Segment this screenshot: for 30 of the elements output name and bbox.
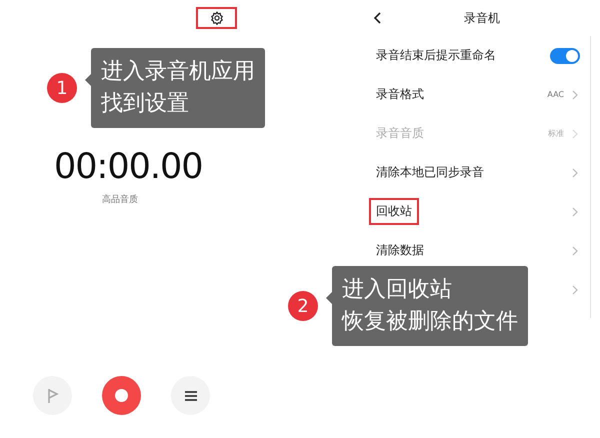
screen-title: 录音机 bbox=[464, 10, 500, 26]
setting-label[interactable]: 清除本地已同步录音 bbox=[376, 164, 484, 181]
chevron-icon bbox=[572, 90, 578, 100]
callout-text: 恢复被删除的文件 bbox=[342, 308, 518, 336]
flag-icon bbox=[46, 388, 60, 404]
record-button[interactable] bbox=[102, 376, 141, 415]
quality-label: 高品音质 bbox=[102, 194, 139, 206]
setting-value: 标准 bbox=[548, 128, 564, 139]
chevron-icon bbox=[572, 284, 578, 294]
setting-label[interactable]: 录音结束后提示重命名 bbox=[376, 47, 496, 64]
setting-value: AAC bbox=[547, 90, 564, 99]
setting-label[interactable]: 回收站 bbox=[376, 203, 412, 220]
settings-icon bbox=[210, 11, 224, 25]
callout-text: 找到设置 bbox=[101, 90, 190, 118]
callout-text: 进入录音机应用 bbox=[101, 58, 255, 86]
chevron-icon bbox=[572, 168, 578, 178]
setting-label[interactable]: 录音格式 bbox=[376, 86, 424, 103]
callout-text: 进入回收站 bbox=[342, 276, 453, 304]
chevron-icon bbox=[572, 128, 578, 138]
chevron-icon bbox=[572, 206, 578, 216]
step-badge: 1 bbox=[47, 73, 77, 103]
back-icon[interactable] bbox=[373, 12, 381, 24]
step-badge: 2 bbox=[288, 291, 318, 321]
setting-label[interactable]: 清除数据 bbox=[376, 242, 424, 259]
toggle-switch[interactable] bbox=[550, 48, 580, 64]
chevron-icon bbox=[572, 246, 578, 256]
list-button[interactable] bbox=[171, 376, 210, 415]
settings-button[interactable] bbox=[196, 7, 237, 29]
timer-display: 00:00.00 bbox=[54, 147, 204, 187]
menu-icon bbox=[184, 390, 196, 400]
